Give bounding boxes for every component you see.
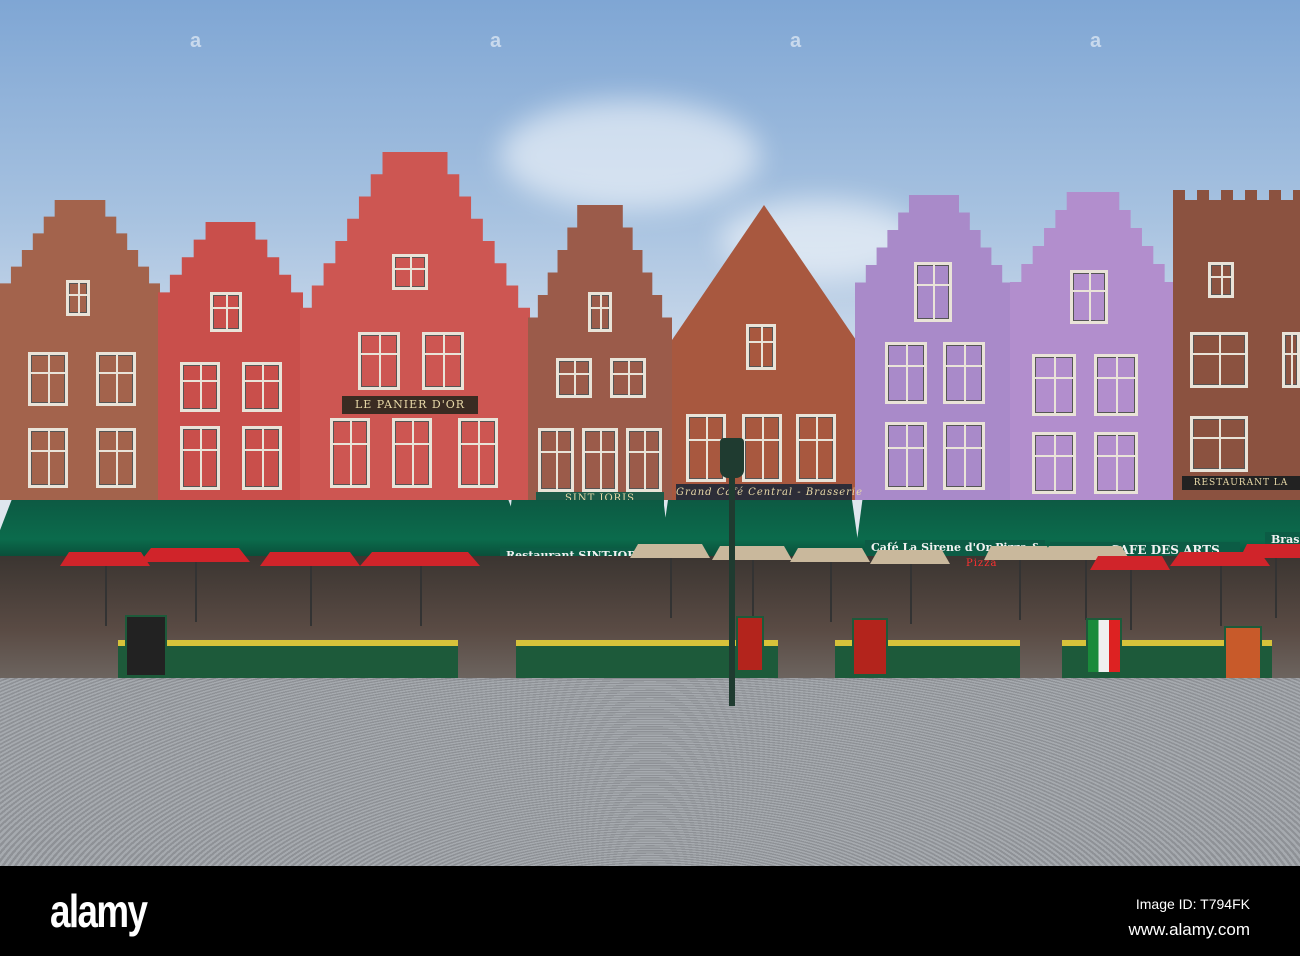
window [556, 358, 592, 398]
window [742, 414, 782, 482]
window [180, 426, 220, 490]
window [180, 362, 220, 412]
window [582, 428, 618, 492]
window [28, 352, 68, 406]
parasol-pole [105, 566, 107, 626]
building-purple-2 [1010, 192, 1176, 500]
watermark-mark: a [190, 30, 202, 52]
parasol [790, 548, 870, 562]
parasol [60, 552, 150, 566]
parasol-pole [670, 558, 672, 618]
watermark-mark: a [490, 30, 502, 52]
parasol-pole [1220, 566, 1222, 626]
window [943, 422, 985, 490]
parasol [1240, 544, 1300, 558]
window [422, 332, 464, 390]
window [96, 352, 136, 406]
photo-scene: LE PANIER D'OR SINT JORIS Grand Café Cen… [0, 0, 1300, 866]
window [392, 418, 432, 488]
window [796, 414, 836, 482]
sign-grand-cafe-central: Grand Café Central - Brasserie [676, 484, 862, 502]
menu-board [1224, 626, 1262, 680]
building-red-1 [158, 222, 303, 500]
parasol-pole [910, 564, 912, 624]
menu-board [736, 616, 764, 672]
sign-pizza: Pizza [966, 558, 998, 569]
parasol-pole [310, 566, 312, 626]
parasol [630, 544, 710, 558]
building-brick-left [0, 200, 160, 500]
window [1032, 354, 1076, 416]
window [1208, 262, 1234, 298]
cloud [500, 100, 760, 210]
menu-board [125, 615, 167, 677]
parasol [360, 552, 480, 566]
window [358, 332, 400, 390]
building-sint-joris [528, 205, 672, 500]
parasol-pole [752, 560, 754, 620]
window [610, 358, 646, 398]
window [1190, 332, 1248, 388]
window [1190, 416, 1248, 472]
street-lamp-post [729, 440, 735, 706]
window [242, 362, 282, 412]
building-purple-1 [855, 195, 1013, 500]
window [330, 418, 370, 488]
window [1070, 270, 1108, 324]
window [588, 292, 612, 332]
alamy-logo: alamy [50, 885, 148, 937]
parasol [140, 548, 250, 562]
parasol-pole [195, 562, 197, 622]
window [746, 324, 776, 370]
window [626, 428, 662, 492]
watermark-mark: a [1090, 30, 1102, 52]
sign-restaurant-right: RESTAURANT LA [1182, 476, 1300, 490]
window [538, 428, 574, 492]
parasol-pole [420, 566, 422, 626]
sign-le-panier-dor: LE PANIER D'OR [342, 396, 478, 414]
window [885, 422, 927, 490]
image-id: Image ID: T794FK [1135, 896, 1250, 912]
awning [0, 500, 530, 556]
cobblestone-square [0, 678, 1300, 866]
window [943, 342, 985, 404]
parasol-pole [830, 562, 832, 622]
planter [118, 640, 458, 678]
parasol-pole [1019, 560, 1021, 620]
window [1282, 332, 1300, 388]
alamy-url: www.alamy.com [1128, 920, 1250, 939]
parasol-pole [1130, 570, 1132, 630]
parasol [712, 546, 792, 560]
window [66, 280, 90, 316]
window [1032, 432, 1076, 494]
menu-board [1086, 618, 1122, 674]
parasol [260, 552, 360, 566]
street-lamp-head [720, 438, 744, 478]
window [885, 342, 927, 404]
parasol [1090, 556, 1170, 570]
window [96, 428, 136, 488]
window [28, 428, 68, 488]
alamy-footer: alamy Image ID: T794FK www.alamy.com [0, 866, 1300, 956]
window [1094, 354, 1138, 416]
window [210, 292, 242, 332]
watermark-mark: a [790, 30, 802, 52]
menu-board [852, 618, 888, 676]
window [1094, 432, 1138, 494]
window [242, 426, 282, 490]
parasol-pole [1275, 558, 1277, 618]
window [392, 254, 428, 290]
parasol [870, 550, 950, 564]
parasol-pole [1085, 560, 1087, 620]
window [458, 418, 498, 488]
window [914, 262, 952, 322]
